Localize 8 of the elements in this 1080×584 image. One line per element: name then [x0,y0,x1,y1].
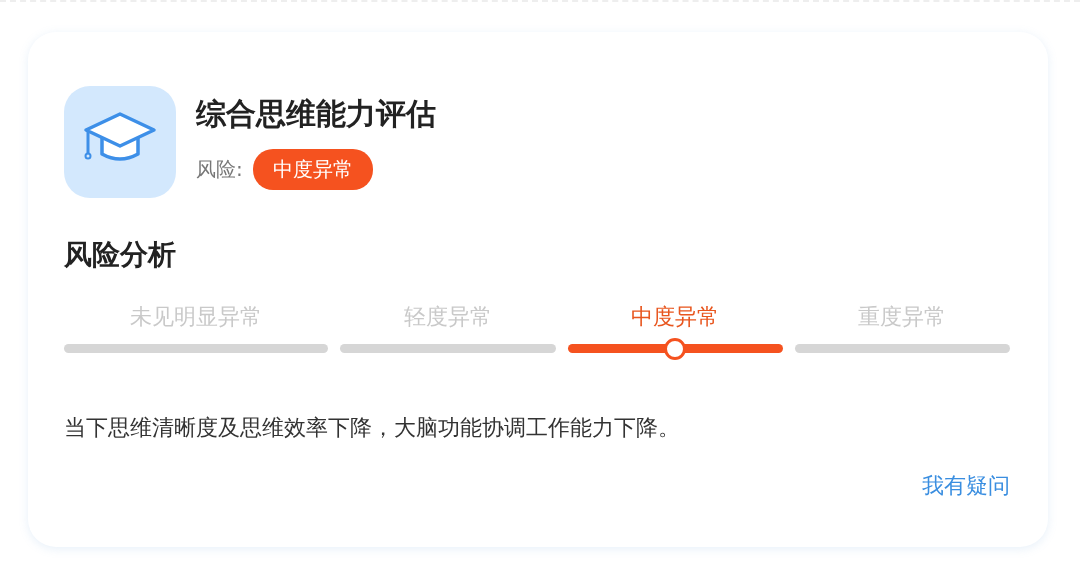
description-text: 当下思维清晰度及思维效率下降，大脑功能协调工作能力下降。 [64,414,681,442]
section-heading: 风险分析 [64,237,177,273]
graduation-cap-icon [64,86,176,198]
risk-label: 风险: [196,156,243,183]
level-label: 中度异常 [631,303,720,331]
risk-badge: 中度异常 [252,149,373,190]
question-link[interactable]: 我有疑问 [922,471,1010,501]
assessment-title: 综合思维能力评估 [196,95,436,133]
